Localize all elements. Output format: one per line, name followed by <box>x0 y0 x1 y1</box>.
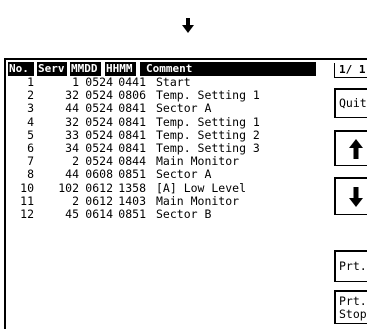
row-hhmm: 0851 <box>118 167 146 182</box>
print-stop-label-2: Stop <box>339 307 367 321</box>
print-stop-button[interactable]: Prt. Stop <box>334 290 367 324</box>
table-row: 8 44 0608 0851 Sector A <box>6 168 336 181</box>
row-hhmm: 1358 <box>118 180 146 195</box>
row-comment: Sector B <box>156 206 212 221</box>
row-no: 4 <box>27 114 34 129</box>
row-no: 5 <box>27 127 34 142</box>
row-comment: Temp. Setting 1 <box>156 114 260 129</box>
quit-button[interactable]: Quit <box>334 88 367 118</box>
row-mmdd: 0612 <box>85 180 113 195</box>
header-no: No. <box>8 62 34 76</box>
row-comment: Main Monitor <box>156 193 240 208</box>
row-no: 3 <box>27 101 34 116</box>
page-indicator: 1/ 1 <box>334 63 367 78</box>
header-serv: Serv <box>37 62 67 76</box>
history-panel: No. Serv MMDD HHMM Comment 1/ 1 1 1 0524 04… <box>4 58 367 329</box>
row-no: 10 <box>20 180 34 195</box>
up-arrow-icon <box>349 138 363 159</box>
row-serv: 44 <box>65 167 79 182</box>
row-mmdd: 0612 <box>85 193 113 208</box>
print-button[interactable]: Prt. <box>334 250 367 282</box>
row-comment: Temp. Setting 2 <box>156 127 260 142</box>
row-serv: 32 <box>65 114 79 129</box>
row-serv: 44 <box>65 101 79 116</box>
row-hhmm: 0851 <box>118 206 146 221</box>
row-serv: 102 <box>58 180 79 195</box>
table-row: 3 44 0524 0841 Sector A <box>6 102 336 115</box>
row-mmdd: 0524 <box>85 101 113 116</box>
down-arrow-icon <box>349 186 363 207</box>
row-no: 12 <box>20 206 34 221</box>
table-row: 12 45 0614 0851 Sector B <box>6 206 336 221</box>
row-mmdd: 0608 <box>85 167 113 182</box>
print-label: Prt. <box>339 259 367 273</box>
row-comment: Sector A <box>156 167 212 182</box>
row-hhmm: 0841 <box>118 127 146 142</box>
row-no: 11 <box>20 193 34 208</box>
history-list: 1 1 0524 0441 Start 2 32 0524 0806 Temp. Setting … <box>6 75 336 221</box>
row-comment: Sector A <box>156 101 212 116</box>
scroll-up-button[interactable] <box>334 130 367 166</box>
header-hhmm: HHMM <box>105 62 136 76</box>
row-serv: 45 <box>65 206 79 221</box>
row-mmdd: 0524 <box>85 114 113 129</box>
quit-label: Quit <box>339 96 367 110</box>
row-hhmm: 1403 <box>118 193 146 208</box>
row-serv: 33 <box>65 127 79 142</box>
row-comment: [A] Low Level <box>156 180 247 195</box>
row-hhmm: 0841 <box>118 114 146 129</box>
row-no: 8 <box>27 167 34 182</box>
table-row: 4 32 0524 0841 Temp. Setting 1 <box>6 114 336 129</box>
table-row: 10 102 0612 1358 [A] Low Level <box>6 180 336 195</box>
row-hhmm: 0841 <box>118 101 146 116</box>
scroll-down-button[interactable] <box>334 177 367 215</box>
header-mmdd: MMDD <box>70 62 101 76</box>
row-mmdd: 0524 <box>85 127 113 142</box>
table-row: 11 2 0612 1403 Main Monitor <box>6 193 336 208</box>
down-arrow-icon <box>182 18 194 33</box>
table-header: No. Serv MMDD HHMM Comment <box>8 62 316 76</box>
row-mmdd: 0614 <box>85 206 113 221</box>
table-row: 5 33 0524 0841 Temp. Setting 2 <box>6 127 336 142</box>
row-serv: 2 <box>72 193 79 208</box>
header-comment: Comment <box>140 62 316 76</box>
